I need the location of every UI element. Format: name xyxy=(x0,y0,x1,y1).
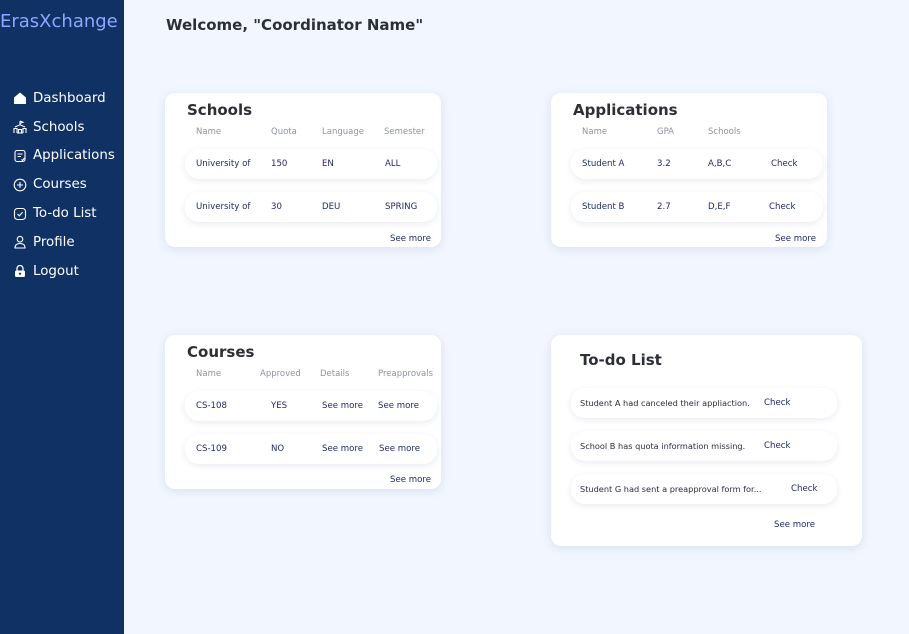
page-title: Welcome, "Coordinator Name" xyxy=(166,16,424,34)
sidebar-item-dashboard[interactable]: Dashboard xyxy=(12,84,115,113)
student-gpa: 3.2 xyxy=(657,159,671,169)
check-link[interactable]: Check xyxy=(771,159,797,169)
lock-icon xyxy=(12,264,27,279)
column-header-semester: Semester xyxy=(384,127,425,137)
column-header-gpa: GPA xyxy=(657,127,674,137)
school-icon xyxy=(12,120,27,135)
courses-title: Courses xyxy=(187,343,255,361)
table-row[interactable]: University of 150 EN ALL xyxy=(185,149,437,179)
todo-item-text: Student G had sent a preapproval form fo… xyxy=(580,484,762,494)
course-code: CS-108 xyxy=(196,401,227,411)
check-link[interactable]: Check xyxy=(769,202,795,212)
table-row[interactable]: Student A 3.2 A,B,C Check xyxy=(571,149,823,179)
column-header-schools: Schools xyxy=(708,127,741,137)
sidebar-item-label: Logout xyxy=(33,263,79,279)
school-name: University of xyxy=(196,202,251,212)
student-name: Student A xyxy=(582,159,625,169)
school-semester: ALL xyxy=(385,159,401,169)
todo-card: To-do List Student A had canceled their … xyxy=(551,335,862,546)
school-semester: SPRING xyxy=(385,202,418,212)
student-schools: D,E,F xyxy=(708,202,731,212)
sidebar-item-profile[interactable]: Profile xyxy=(12,228,115,257)
applications-title: Applications xyxy=(573,101,678,119)
sidebar-item-label: Profile xyxy=(33,234,75,250)
schools-see-more-link[interactable]: See more xyxy=(390,234,431,244)
course-code: CS-109 xyxy=(196,444,227,454)
student-schools: A,B,C xyxy=(708,159,732,169)
applications-card: Applications Name GPA Schools Student A … xyxy=(551,93,827,247)
column-header-language: Language xyxy=(322,127,364,137)
todo-title: To-do List xyxy=(580,351,662,369)
course-details-link[interactable]: See more xyxy=(322,401,363,411)
school-quota: 30 xyxy=(271,202,282,212)
sidebar-item-logout[interactable]: Logout xyxy=(12,257,115,286)
courses-card: Courses Name Approved Details Preapprova… xyxy=(165,335,441,489)
course-details-link[interactable]: See more xyxy=(322,444,363,454)
user-icon xyxy=(12,235,27,250)
student-name: Student B xyxy=(582,202,625,212)
column-header-name: Name xyxy=(196,127,222,137)
applications-see-more-link[interactable]: See more xyxy=(775,234,816,244)
column-header-quota: Quota xyxy=(271,127,297,137)
sidebar-item-courses[interactable]: Courses xyxy=(12,170,115,199)
course-preapprovals-link[interactable]: See more xyxy=(379,444,420,454)
school-name: University of xyxy=(196,159,251,169)
column-header-name: Name xyxy=(196,369,222,379)
todo-item[interactable]: Student G had sent a preapproval form fo… xyxy=(571,474,837,504)
todo-item-text: Student A had canceled their appliaction… xyxy=(580,398,750,408)
sidebar-item-label: Courses xyxy=(33,177,87,193)
todo-item[interactable]: School B has quota information missing. … xyxy=(571,431,837,461)
table-row[interactable]: Student B 2.7 D,E,F Check xyxy=(571,192,823,222)
check-link[interactable]: Check xyxy=(791,484,817,494)
sidebar-item-todo-list[interactable]: To-do List xyxy=(12,199,115,228)
plus-circle-icon xyxy=(12,177,27,192)
schools-card: Schools Name Quota Language Semester Uni… xyxy=(165,93,441,247)
column-header-details: Details xyxy=(320,369,350,379)
course-preapprovals-link[interactable]: See more xyxy=(378,401,419,411)
check-link[interactable]: Check xyxy=(764,441,790,451)
table-row[interactable]: CS-108 YES See more See more xyxy=(185,391,437,421)
schools-title: Schools xyxy=(187,101,253,119)
sidebar-item-applications[interactable]: Applications xyxy=(12,142,115,171)
sidebar-item-label: To-do List xyxy=(33,206,97,222)
brand-logo: ErasXchange xyxy=(0,11,118,32)
column-header-preapprovals: Preapprovals xyxy=(378,369,434,379)
school-language: EN xyxy=(322,159,334,169)
table-row[interactable]: CS-109 NO See more See more xyxy=(185,434,437,464)
sidebar-item-label: Applications xyxy=(33,148,115,164)
todo-item[interactable]: Student A had canceled their appliaction… xyxy=(571,388,837,418)
todo-see-more-link[interactable]: See more xyxy=(774,520,815,530)
document-icon xyxy=(12,148,27,163)
course-approved: NO xyxy=(271,444,285,454)
courses-see-more-link[interactable]: See more xyxy=(390,475,431,485)
school-language: DEU xyxy=(322,202,341,212)
home-icon xyxy=(12,91,27,106)
column-header-approved: Approved xyxy=(260,369,301,379)
todo-item-text: School B has quota information missing. xyxy=(580,441,746,451)
student-gpa: 2.7 xyxy=(657,202,671,212)
column-header-name: Name xyxy=(582,127,608,137)
check-square-icon xyxy=(12,206,27,221)
check-link[interactable]: Check xyxy=(764,398,790,408)
sidebar-nav: Dashboard Schools Applications Courses T… xyxy=(12,84,115,286)
sidebar-item-schools[interactable]: Schools xyxy=(12,113,115,142)
course-approved: YES xyxy=(271,401,288,411)
sidebar-item-label: Dashboard xyxy=(33,90,106,106)
table-row[interactable]: University of 30 DEU SPRING xyxy=(185,192,437,222)
sidebar: ErasXchange Dashboard Schools Applicatio… xyxy=(0,0,124,634)
school-quota: 150 xyxy=(271,159,288,169)
sidebar-item-label: Schools xyxy=(33,119,85,135)
